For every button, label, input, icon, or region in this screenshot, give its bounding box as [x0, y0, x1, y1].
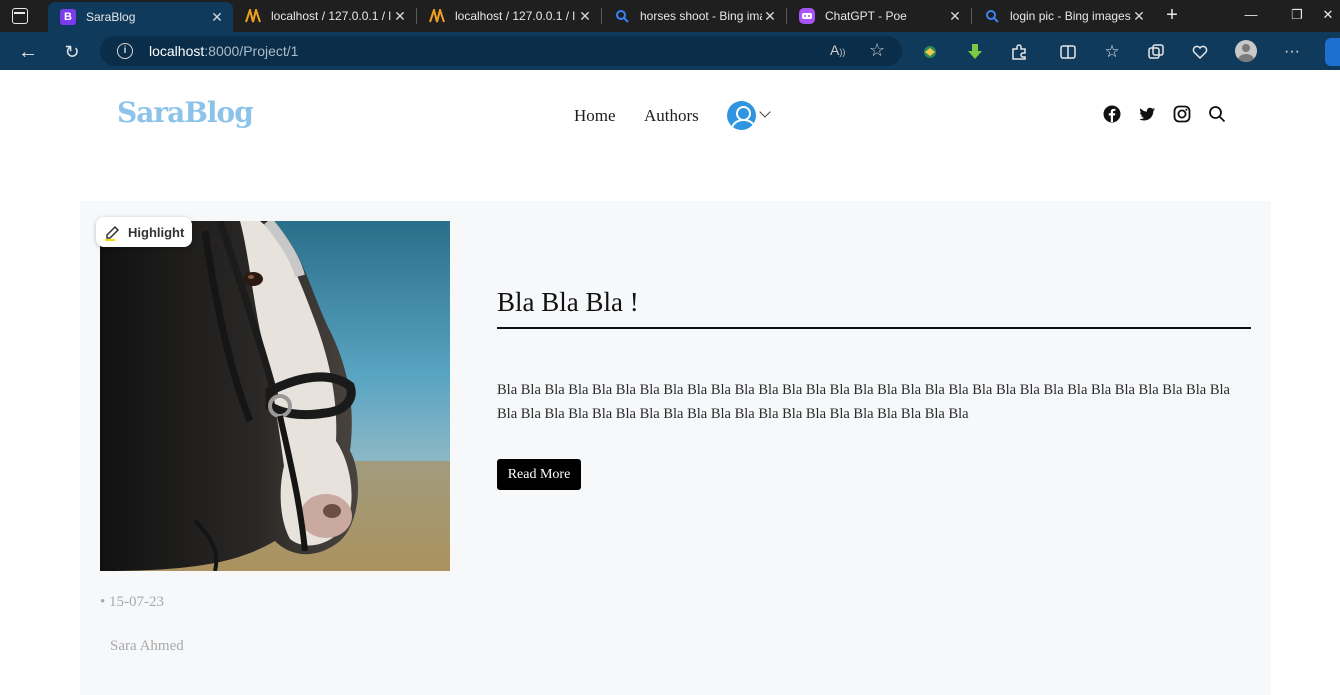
blog-page: SaraBlog Home Authors Highlight Bla Bla …: [0, 70, 1340, 695]
close-tab-icon[interactable]: ✕: [392, 8, 408, 25]
highlight-label: Highlight: [128, 224, 185, 240]
tab-actions-icon[interactable]: [12, 8, 28, 24]
tab-title: login pic - Bing images: [1010, 9, 1131, 23]
nav-home[interactable]: Home: [574, 106, 616, 126]
phpmyadmin-icon: [245, 8, 261, 24]
refresh-icon[interactable]: ↻: [62, 42, 82, 62]
tab-bing-login[interactable]: login pic - Bing images ✕: [972, 0, 1155, 32]
read-aloud-icon[interactable]: A)): [830, 42, 845, 58]
url-text[interactable]: localhost:8000/Project/1: [149, 43, 298, 59]
facebook-icon[interactable]: [1103, 105, 1121, 123]
tab-title: localhost / 127.0.0.1 / l: [455, 9, 576, 23]
read-more-button[interactable]: Read More: [497, 459, 581, 490]
close-tab-icon[interactable]: ✕: [947, 8, 963, 25]
close-window-icon[interactable]: ✕: [1318, 7, 1338, 23]
browser-toolbar: ← ↻ i localhost:8000/Project/1 A)) ☆ ☆ ·…: [0, 32, 1340, 70]
site-logo[interactable]: SaraBlog: [117, 96, 254, 129]
search-icon[interactable]: [1208, 105, 1226, 123]
address-bar[interactable]: i localhost:8000/Project/1 A)) ☆: [100, 36, 902, 66]
tab-phpmyadmin-1[interactable]: localhost / 127.0.0.1 / l ✕: [233, 0, 416, 32]
split-screen-icon[interactable]: [1058, 42, 1078, 62]
download-extension-icon[interactable]: [965, 42, 985, 62]
bing-search-icon: [614, 8, 630, 24]
post-date: • 15-07-23: [100, 594, 164, 610]
highlight-button[interactable]: Highlight: [96, 217, 193, 247]
chevron-down-icon[interactable]: [759, 106, 771, 118]
extensions-puzzle-icon[interactable]: [1009, 42, 1029, 62]
copilot-sidebar-icon[interactable]: [1325, 38, 1340, 66]
phpmyadmin-icon: [429, 8, 445, 24]
twitter-icon[interactable]: [1138, 105, 1156, 123]
instagram-icon[interactable]: [1173, 105, 1191, 123]
minimize-icon[interactable]: —: [1241, 7, 1261, 22]
browser-essentials-icon[interactable]: [1190, 42, 1210, 62]
favorites-icon[interactable]: ☆: [1102, 42, 1122, 62]
close-tab-icon[interactable]: ✕: [209, 9, 225, 26]
bootstrap-icon: B: [60, 9, 76, 25]
tab-sarablog[interactable]: B SaraBlog ✕: [48, 2, 233, 32]
site-info-icon[interactable]: i: [117, 43, 133, 59]
post-image-horse[interactable]: [100, 221, 450, 571]
poe-icon: [799, 8, 815, 24]
collections-icon[interactable]: [1146, 42, 1166, 62]
post-excerpt: Bla Bla Bla Bla Bla Bla Bla Bla Bla Bla …: [497, 382, 1230, 422]
tab-title: horses shoot - Bing ima: [640, 9, 762, 23]
new-tab-icon[interactable]: +: [1162, 5, 1182, 26]
profile-avatar[interactable]: [1235, 40, 1257, 62]
tab-poe[interactable]: ChatGPT - Poe ✕: [787, 0, 971, 32]
back-icon[interactable]: ←: [18, 41, 38, 63]
nav-authors[interactable]: Authors: [644, 106, 699, 126]
close-tab-icon[interactable]: ✕: [1131, 8, 1147, 25]
tab-bing-horses[interactable]: horses shoot - Bing ima ✕: [602, 0, 786, 32]
close-tab-icon[interactable]: ✕: [577, 8, 593, 25]
browser-tab-bar: B SaraBlog ✕ localhost / 127.0.0.1 / l ✕…: [0, 0, 1340, 32]
highlighter-pen-icon: [104, 223, 122, 241]
title-divider: [497, 327, 1251, 329]
close-tab-icon[interactable]: ✕: [762, 8, 778, 25]
more-menu-icon[interactable]: ···: [1282, 42, 1302, 62]
restore-icon[interactable]: ❐: [1287, 7, 1307, 23]
post-title[interactable]: Bla Bla Bla !: [497, 287, 639, 318]
bing-search-icon: [984, 8, 1000, 24]
tab-phpmyadmin-2[interactable]: localhost / 127.0.0.1 / l ✕: [417, 0, 601, 32]
post-card: Highlight Bla Bla Bla ! Bla Bla Bla Bla …: [80, 201, 1271, 695]
tab-title: localhost / 127.0.0.1 / l: [271, 9, 392, 23]
user-account-icon[interactable]: [727, 101, 756, 130]
tab-title: ChatGPT - Poe: [825, 9, 907, 23]
post-author[interactable]: Sara Ahmed: [110, 638, 184, 655]
extension-globe-icon[interactable]: [920, 42, 940, 62]
tab-title: SaraBlog: [86, 10, 136, 24]
favorite-star-icon[interactable]: ☆: [869, 40, 885, 61]
